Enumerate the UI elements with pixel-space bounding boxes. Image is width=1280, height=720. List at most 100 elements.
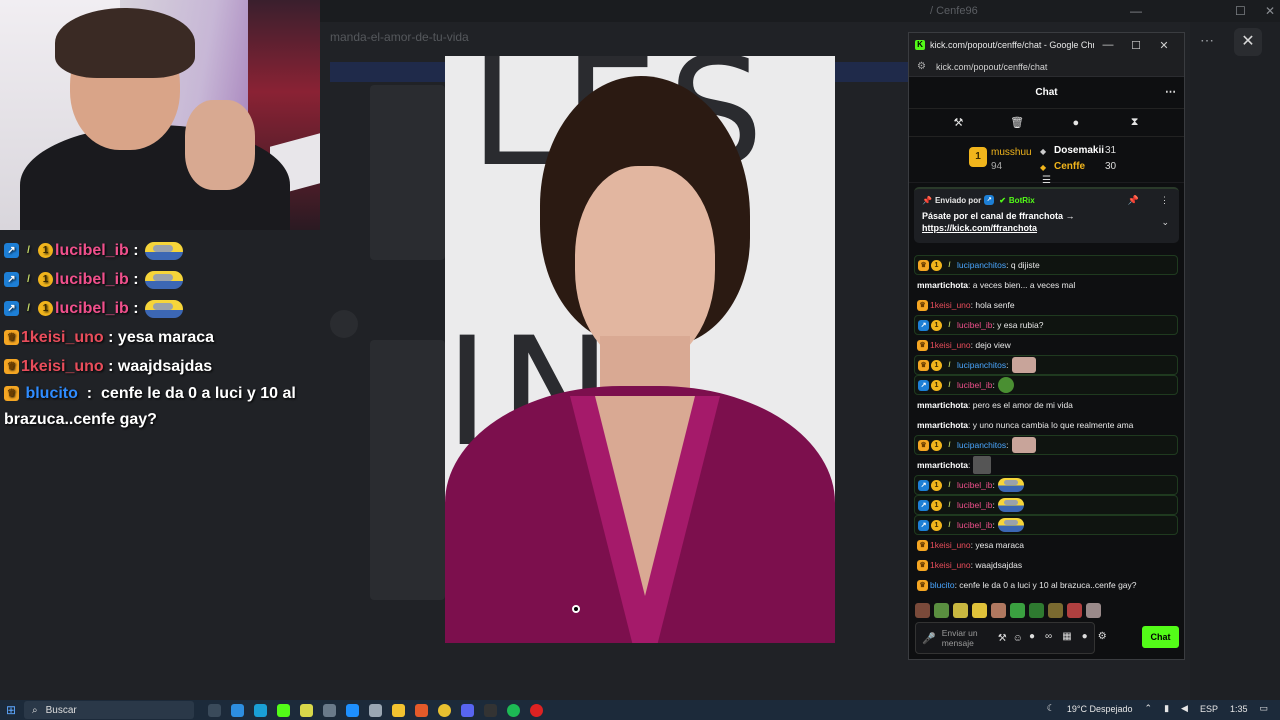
chat-message[interactable]: ♛ 1keisi_uno : waajdsajdas — [914, 555, 1178, 575]
chat-message[interactable]: ↗ 1 / lucibel_ib : — [914, 515, 1178, 535]
edge-icon[interactable] — [231, 703, 244, 717]
store-icon[interactable]: ▦ — [1062, 631, 1071, 642]
volume-icon[interactable]: ◀ — [1181, 703, 1188, 714]
pinned-more-icon[interactable]: ⋮ — [1160, 195, 1169, 206]
weather-text[interactable]: 19°C Despejado — [1067, 704, 1133, 714]
chrome-close-button[interactable]: ✕ — [1150, 39, 1178, 52]
send-chat-button[interactable]: Chat — [1142, 626, 1179, 648]
microphone-icon[interactable]: 🎤 — [922, 632, 936, 645]
emoji-icon[interactable]: ☺ — [1013, 633, 1023, 644]
chat-username[interactable]: 1keisi_uno — [930, 540, 971, 550]
chat-message[interactable]: ♛ 1 / lucipanchitos : — [914, 435, 1178, 455]
app-icon[interactable] — [346, 703, 359, 717]
chat-message[interactable]: ↗ 1 / lucibel_ib : — [914, 495, 1178, 515]
kick-app-icon[interactable] — [277, 703, 290, 717]
hourglass-icon[interactable]: ⧗ — [1125, 116, 1145, 129]
chat-message[interactable]: ♛ 1keisi_uno : hola senfe — [914, 295, 1178, 315]
chat-username[interactable]: 1keisi_uno — [930, 340, 971, 350]
chat-bubble-icon[interactable]: ● — [1066, 117, 1086, 129]
chevron-down-icon[interactable]: ⌄ — [1161, 217, 1169, 228]
infinity-icon[interactable]: ∞ — [1045, 631, 1052, 642]
chat-username[interactable]: lucipanchitos — [957, 260, 1006, 270]
chrome-url-bar[interactable]: ⚙ kick.com/popout/cenffe/chat — [909, 57, 1184, 77]
chat-message[interactable]: ♛ blucito : cenfe le da 0 a luci y 10 al… — [914, 575, 1178, 595]
chat-username[interactable]: 1keisi_uno — [930, 560, 971, 570]
clock[interactable]: 1:35 — [1230, 704, 1248, 714]
file-explorer-icon[interactable] — [392, 703, 405, 717]
emote-icon[interactable] — [972, 602, 987, 618]
gear-icon[interactable]: ⚙ — [1098, 631, 1107, 642]
browser-icon[interactable] — [254, 703, 267, 717]
emote-icon[interactable] — [1010, 602, 1025, 618]
app-icon[interactable] — [415, 703, 428, 717]
chat-username[interactable]: mmartichota — [917, 460, 968, 470]
chat-message[interactable]: ↗ 1 / lucibel_ib : — [914, 375, 1178, 395]
network-icon[interactable]: ▮ — [1164, 703, 1169, 714]
emote-icon[interactable] — [1067, 602, 1082, 618]
pinned-link[interactable]: https://kick.com/ffranchota — [922, 223, 1171, 233]
chat-message[interactable]: mmartichota : pero es el amor de mi vida — [914, 395, 1178, 415]
task-view-icon[interactable] — [208, 703, 221, 717]
chat-username[interactable]: mmartichota — [917, 420, 968, 430]
language-indicator[interactable]: ESP — [1200, 704, 1218, 714]
chat-username[interactable]: lucibel_ib — [957, 520, 992, 530]
users-icon[interactable]: ● — [1029, 631, 1035, 642]
leaderboard-first-name[interactable]: musshuu — [991, 147, 1032, 158]
emote-icon[interactable] — [915, 602, 930, 618]
trash-icon[interactable]: 🗑 — [1007, 116, 1027, 129]
chat-message[interactable]: ♛ 1 / lucipanchitos : q dijiste — [914, 255, 1178, 275]
app-icon[interactable] — [369, 703, 382, 717]
app-icon[interactable] — [323, 703, 336, 717]
chrome-icon[interactable] — [438, 703, 451, 717]
chat-username[interactable]: mmartichota — [917, 280, 968, 290]
close-button[interactable]: ✕ — [1265, 4, 1275, 18]
close-overlay-button[interactable]: ✕ — [1234, 28, 1262, 56]
emote-icon[interactable] — [991, 602, 1006, 618]
emote-icon[interactable] — [1029, 602, 1044, 618]
chat-username[interactable]: lucibel_ib — [957, 320, 992, 330]
chrome-minimize-button[interactable]: — — [1094, 39, 1122, 51]
emote-icon[interactable] — [1048, 602, 1063, 618]
chat-message[interactable]: ♛ 1keisi_uno : dejo view — [914, 335, 1178, 355]
chat-username[interactable]: lucibel_ib — [957, 480, 992, 490]
start-button[interactable]: ⊞ — [0, 703, 22, 717]
notifications-icon[interactable]: ▭ — [1259, 703, 1268, 714]
chat-message[interactable]: ↗ 1 / lucibel_ib : — [914, 475, 1178, 495]
maximize-button[interactable]: ☐ — [1235, 4, 1246, 18]
spotify-icon[interactable] — [507, 703, 520, 717]
command-icon[interactable]: ⚒ — [998, 633, 1007, 644]
chat-message[interactable]: ↗ 1 / lucibel_ib : y esa rubia? — [914, 315, 1178, 335]
unpin-icon[interactable]: 📌 — [1128, 195, 1139, 206]
drag-handle-icon[interactable]: ☰ — [1042, 175, 1051, 186]
site-settings-icon[interactable]: ⚙ — [917, 61, 926, 72]
more-options-icon[interactable]: ⋯ — [1200, 32, 1214, 49]
app-icon[interactable] — [300, 703, 313, 717]
emote-icon[interactable] — [1086, 602, 1101, 618]
leaderboard-second-name[interactable]: Dosemakii — [1054, 145, 1104, 156]
emote-icon[interactable] — [934, 602, 949, 618]
chat-message[interactable]: mmartichota : — [914, 455, 1178, 475]
chat-username[interactable]: 1keisi_uno — [930, 300, 971, 310]
bubble-icon[interactable]: ● — [1082, 631, 1088, 642]
pinned-bot-name[interactable]: BotRix — [1009, 196, 1035, 205]
chat-message[interactable]: mmartichota : a veces bien... a veces ma… — [914, 275, 1178, 295]
chat-menu-icon[interactable]: ⋯ — [1165, 85, 1176, 98]
chat-username[interactable]: lucibel_ib — [957, 380, 992, 390]
chat-message[interactable]: ♛ 1keisi_uno : yesa maraca — [914, 535, 1178, 555]
taskbar-search[interactable]: ⌕ Buscar — [24, 701, 194, 719]
obs-icon[interactable] — [484, 703, 497, 717]
chat-message[interactable]: ♛ 1 / lucipanchitos : — [914, 355, 1178, 375]
hammer-icon[interactable]: ⚒ — [948, 116, 968, 129]
chat-username[interactable]: lucibel_ib — [957, 500, 992, 510]
pinned-message[interactable]: 📌 Enviado por ↗ ✔ BotRix Pásate por el c… — [914, 187, 1179, 243]
tray-chevron-icon[interactable]: ⌃ — [1145, 703, 1153, 714]
chat-username[interactable]: lucipanchitos — [957, 440, 1006, 450]
discord-icon[interactable] — [461, 703, 474, 717]
chat-username[interactable]: blucito — [930, 580, 955, 590]
chrome-maximize-button[interactable]: ☐ — [1122, 39, 1150, 52]
chat-username[interactable]: lucipanchitos — [957, 360, 1006, 370]
chat-message[interactable]: mmartichota : y uno nunca cambia lo que … — [914, 415, 1178, 435]
emote-icon[interactable] — [953, 602, 968, 618]
minimize-button[interactable]: — — [1130, 4, 1142, 18]
chat-username[interactable]: mmartichota — [917, 400, 968, 410]
